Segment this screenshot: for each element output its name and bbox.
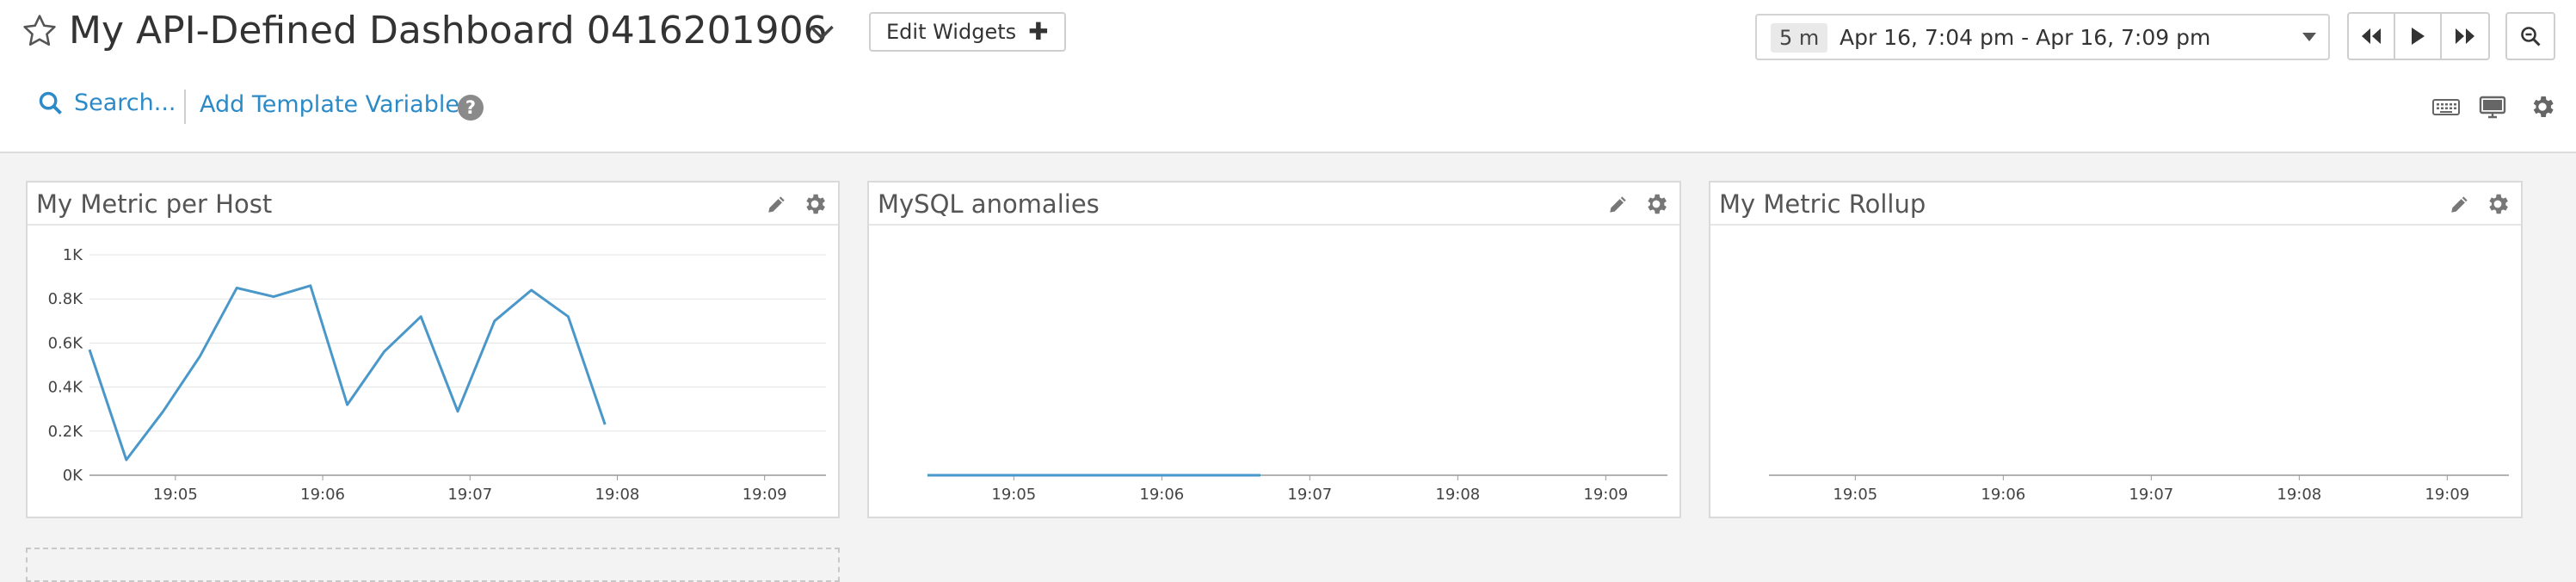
keyboard-icon[interactable] [2431,93,2461,121]
widget-header: My Metric Rollup [1710,183,2521,226]
y-tick-label: 0.6K [48,334,84,352]
playback-controls [2347,12,2490,60]
play-icon [2412,28,2425,45]
x-tick-label: 19:06 [300,486,345,504]
x-tick-label: 19:09 [743,486,787,504]
chart: 0K 0.2K 0.4K 0.6K 0.8K 1K 19:05 19:06 19:07 19:08… [48,246,826,504]
fast-forward-button[interactable] [2442,14,2488,59]
zoom-button[interactable] [2507,14,2554,59]
y-tick-label: 1K [63,246,83,264]
widget-title: My Metric per Host [36,189,273,219]
x-tick-label: 19:09 [1583,486,1628,504]
widget-my-metric-per-host: My Metric per Host 0K 0.2K 0.4K 0.6K 0.8K 1K 1… [26,181,840,518]
x-tick-label: 19:07 [2129,486,2173,504]
x-tick-label: 19:08 [595,486,640,504]
add-template-variables-link[interactable]: Add Template Variables [200,91,471,118]
x-tick-label: 19:07 [1287,486,1332,504]
y-tick-label: 0.8K [48,290,84,308]
widget-my-metric-rollup: My Metric Rollup 19:05 19:06 19:07 19:08 19:… [1709,181,2523,518]
chart: 19:05 19:06 19:07 19:08 19:09 [1769,474,2509,504]
play-button[interactable] [2395,14,2442,59]
help-icon[interactable]: ? [458,95,484,121]
widget-header: My Metric per Host [28,183,838,226]
x-tick-label: 19:06 [1139,486,1184,504]
toolbar-divider [184,90,186,124]
search-icon [39,91,62,115]
time-span-badge: 5 m [1771,23,1828,53]
dashboard-header: My API-Defined Dashboard 0416201906 Edit… [0,0,2576,153]
caret-down-icon [2302,33,2316,41]
widget-header: MySQL anomalies [869,183,1679,226]
chart: 19:05 19:06 19:07 19:08 19:09 [927,474,1667,504]
x-tick-label: 19:05 [153,486,198,504]
pencil-icon[interactable] [1607,193,1630,215]
star-icon[interactable] [21,12,59,50]
fast-forward-icon [2456,28,2474,44]
edit-widgets-label: Edit Widgets [886,20,1017,44]
search-label: Search... [74,90,176,116]
monitor-icon[interactable] [2478,93,2507,121]
x-tick-label: 19:08 [1435,486,1480,504]
zoom-icon [2521,27,2541,46]
rewind-button[interactable] [2349,14,2395,59]
gear-icon[interactable] [1643,191,1669,217]
x-tick-label: 19:09 [2425,486,2469,504]
page-title: My API-Defined Dashboard 0416201906 [69,9,828,53]
gear-icon[interactable] [2528,93,2557,121]
plus-icon: ✚ [1028,17,1049,46]
rewind-icon [2362,28,2381,44]
widget-mysql-anomalies: MySQL anomalies 19:05 19:06 19:07 19:08 19:0… [867,181,1681,518]
x-tick-label: 19:06 [1981,486,2025,504]
y-tick-label: 0K [63,467,83,485]
widget-title: MySQL anomalies [878,189,1100,219]
x-tick-label: 19:05 [1833,486,1877,504]
x-tick-label: 19:08 [2277,486,2321,504]
pencil-icon[interactable] [766,193,788,215]
y-tick-label: 0.2K [48,423,84,441]
edit-widgets-button[interactable]: Edit Widgets ✚ [869,12,1066,52]
gear-icon[interactable] [802,191,828,217]
time-range-text: Apr 16, 7:04 pm - Apr 16, 7:09 pm [1840,25,2211,50]
time-range-picker[interactable]: 5 m Apr 16, 7:04 pm - Apr 16, 7:09 pm [1755,14,2330,60]
chevron-down-icon[interactable] [807,21,836,45]
pencil-icon[interactable] [2449,193,2471,215]
search-trigger[interactable]: Search... [38,90,176,116]
y-tick-label: 0.4K [48,379,84,397]
zoom-control [2505,12,2555,60]
x-tick-label: 19:07 [447,486,492,504]
x-tick-label: 19:05 [991,486,1036,504]
widget-title: My Metric Rollup [1719,189,1926,219]
series-line [88,284,607,461]
add-widget-placeholder[interactable] [26,548,840,582]
gear-icon[interactable] [2485,191,2511,217]
